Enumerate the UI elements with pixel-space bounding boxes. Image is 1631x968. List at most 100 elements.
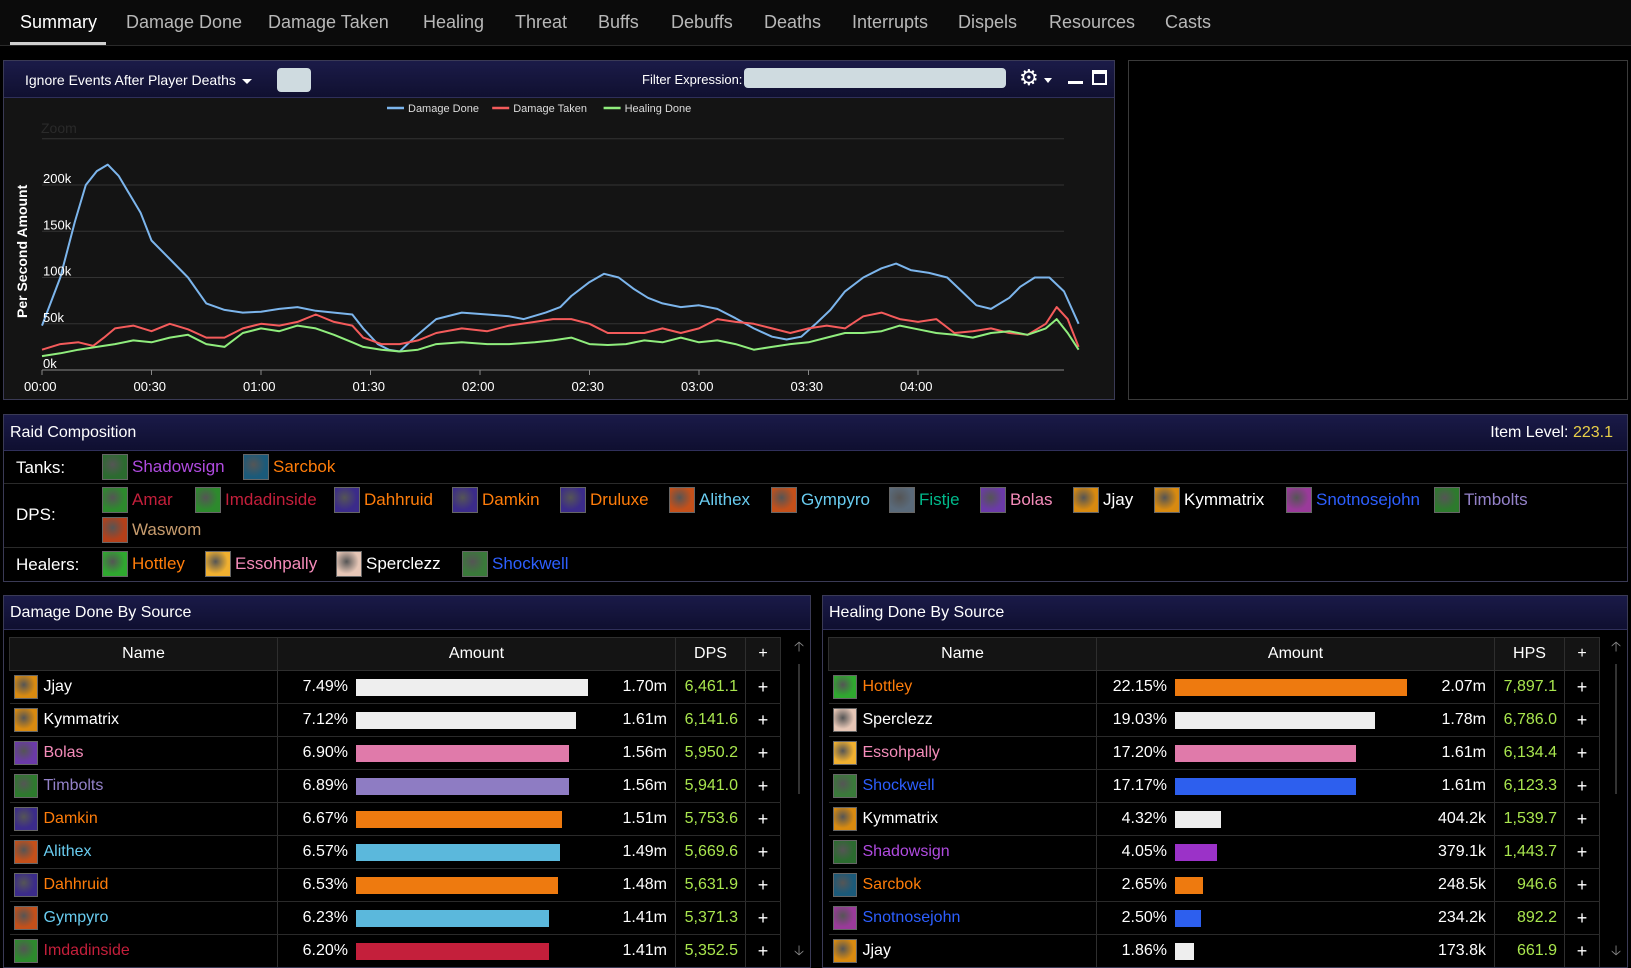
name-cell[interactable]: Imdadinside <box>9 934 278 967</box>
table-row[interactable]: Kymmatrix 4.32% 404.2k 1,539.7 + <box>828 802 1600 836</box>
column-header-plus[interactable]: + <box>745 637 781 671</box>
table-row[interactable]: Gympyro 6.23% 1.41m 5,371.3 + <box>9 901 781 935</box>
player-name[interactable]: Bolas <box>44 744 84 761</box>
player-name[interactable]: Essohpally <box>863 744 940 761</box>
filter-expression-input[interactable] <box>744 68 1006 88</box>
table-row[interactable]: Sperclezz 19.03% 1.78m 6,786.0 + <box>828 703 1600 737</box>
table-row[interactable]: Timbolts 6.89% 1.56m 5,941.0 + <box>9 769 781 803</box>
player-druluxe[interactable]: Druluxe <box>560 485 649 515</box>
table-row[interactable]: Kymmatrix 7.12% 1.61m 6,141.6 + <box>9 703 781 737</box>
name-cell[interactable]: Gympyro <box>9 901 278 935</box>
tab-damage-taken[interactable]: Damage Taken <box>268 12 389 33</box>
table-row[interactable]: Dahhruid 6.53% 1.48m 5,631.9 + <box>9 868 781 902</box>
damage-scrollbar[interactable]: 🡡 🡣 <box>792 636 806 966</box>
player-name[interactable]: Alithex <box>44 843 92 860</box>
scroll-down-icon[interactable]: 🡣 <box>794 940 804 964</box>
scroll-up-icon[interactable]: 🡡 <box>1611 636 1621 660</box>
table-row[interactable]: Hottley 22.15% 2.07m 7,897.1 + <box>828 670 1600 704</box>
name-cell[interactable]: Hottley <box>828 670 1097 704</box>
expand-button[interactable]: + <box>745 802 781 836</box>
scroll-track[interactable] <box>798 664 800 794</box>
player-timbolts[interactable]: Timbolts <box>1434 485 1528 515</box>
tab-resources[interactable]: Resources <box>1049 12 1135 33</box>
per-second-chart[interactable]: Damage Done Damage Taken Healing Done Per … <box>4 98 1114 399</box>
name-cell[interactable]: Jjay <box>9 670 278 704</box>
legend-item[interactable]: Damage Taken <box>492 103 587 115</box>
expand-button[interactable]: + <box>1564 703 1600 737</box>
table-row[interactable]: Jjay 7.49% 1.70m 6,461.1 + <box>9 670 781 704</box>
table-row[interactable]: Shadowsign 4.05% 379.1k 1,443.7 + <box>828 835 1600 869</box>
expand-button[interactable]: + <box>1564 769 1600 803</box>
name-cell[interactable]: Alithex <box>9 835 278 869</box>
expand-button[interactable]: + <box>745 769 781 803</box>
name-cell[interactable]: Timbolts <box>9 769 278 803</box>
player-kymmatrix[interactable]: Kymmatrix <box>1154 485 1264 515</box>
tab-interrupts[interactable]: Interrupts <box>852 12 928 33</box>
toggle-button[interactable] <box>277 68 311 92</box>
zoom-label[interactable]: Zoom <box>41 120 77 136</box>
expand-button[interactable]: + <box>1564 868 1600 902</box>
expand-button[interactable]: + <box>745 868 781 902</box>
player-name[interactable]: Snotnosejohn <box>863 909 961 926</box>
column-header-name[interactable]: Name <box>828 637 1097 671</box>
player-name[interactable]: Damkin <box>44 810 98 827</box>
player-name[interactable]: Shockwell <box>863 777 935 794</box>
player-imdadinside[interactable]: Imdadinside <box>195 485 317 515</box>
name-cell[interactable]: Dahhruid <box>9 868 278 902</box>
player-name[interactable]: Sarcbok <box>863 876 922 893</box>
scroll-up-icon[interactable]: 🡡 <box>794 636 804 660</box>
tab-dispels[interactable]: Dispels <box>958 12 1017 33</box>
gear-icon[interactable]: ⚙ <box>1019 65 1039 91</box>
column-header-dps[interactable]: DPS <box>675 637 746 671</box>
player-name[interactable]: Dahhruid <box>44 876 109 893</box>
table-row[interactable]: Sarcbok 2.65% 248.5k 946.6 + <box>828 868 1600 902</box>
player-name[interactable]: Imdadinside <box>44 942 130 959</box>
player-name[interactable]: Timbolts <box>44 777 104 794</box>
tab-casts[interactable]: Casts <box>1165 12 1211 33</box>
scroll-down-icon[interactable]: 🡣 <box>1611 940 1621 964</box>
death-events-dropdown[interactable]: Ignore Events After Player Deaths <box>25 72 252 88</box>
player-amar[interactable]: Amar <box>102 485 173 515</box>
column-header-amount[interactable]: Amount <box>277 637 676 671</box>
gear-chevron-down-icon[interactable] <box>1044 78 1052 83</box>
expand-button[interactable]: + <box>745 670 781 704</box>
player-essohpally[interactable]: Essohpally <box>205 549 317 579</box>
expand-button[interactable]: + <box>745 901 781 935</box>
table-row[interactable]: Jjay 1.86% 173.8k 661.9 + <box>828 934 1600 967</box>
player-name[interactable]: Jjay <box>44 678 72 695</box>
tab-threat[interactable]: Threat <box>515 12 567 33</box>
player-gympyro[interactable]: Gympyro <box>771 485 870 515</box>
legend-item[interactable]: Damage Done <box>387 103 479 115</box>
expand-button[interactable]: + <box>1564 901 1600 935</box>
name-cell[interactable]: Damkin <box>9 802 278 836</box>
player-bolas[interactable]: Bolas <box>980 485 1053 515</box>
maximize-icon[interactable] <box>1092 70 1107 85</box>
player-name[interactable]: Sperclezz <box>863 711 933 728</box>
expand-button[interactable]: + <box>1564 835 1600 869</box>
player-snotnosejohn[interactable]: Snotnosejohn <box>1286 485 1420 515</box>
name-cell[interactable]: Jjay <box>828 934 1097 967</box>
expand-button[interactable]: + <box>1564 670 1600 704</box>
tab-debuffs[interactable]: Debuffs <box>671 12 733 33</box>
name-cell[interactable]: Shockwell <box>828 769 1097 803</box>
expand-button[interactable]: + <box>1564 934 1600 967</box>
player-jjay[interactable]: Jjay <box>1073 485 1133 515</box>
table-row[interactable]: Imdadinside 6.20% 1.41m 5,352.5 + <box>9 934 781 967</box>
name-cell[interactable]: Sarcbok <box>828 868 1097 902</box>
name-cell[interactable]: Shadowsign <box>828 835 1097 869</box>
name-cell[interactable]: Essohpally <box>828 736 1097 770</box>
series-line-damage-taken[interactable] <box>41 306 1080 351</box>
tab-buffs[interactable]: Buffs <box>598 12 639 33</box>
healing-scrollbar[interactable]: 🡡 🡣 <box>1609 636 1623 966</box>
scroll-track[interactable] <box>1615 664 1617 794</box>
player-damkin[interactable]: Damkin <box>452 485 540 515</box>
name-cell[interactable]: Bolas <box>9 736 278 770</box>
table-row[interactable]: Bolas 6.90% 1.56m 5,950.2 + <box>9 736 781 770</box>
series-line-healing-done[interactable] <box>41 318 1080 358</box>
player-fistje[interactable]: Fistje <box>889 485 960 515</box>
player-name[interactable]: Kymmatrix <box>863 810 939 827</box>
table-row[interactable]: Essohpally 17.20% 1.61m 6,134.4 + <box>828 736 1600 770</box>
player-sarcbok[interactable]: Sarcbok <box>243 452 335 482</box>
expand-button[interactable]: + <box>745 934 781 967</box>
column-header-hps[interactable]: HPS <box>1494 637 1565 671</box>
